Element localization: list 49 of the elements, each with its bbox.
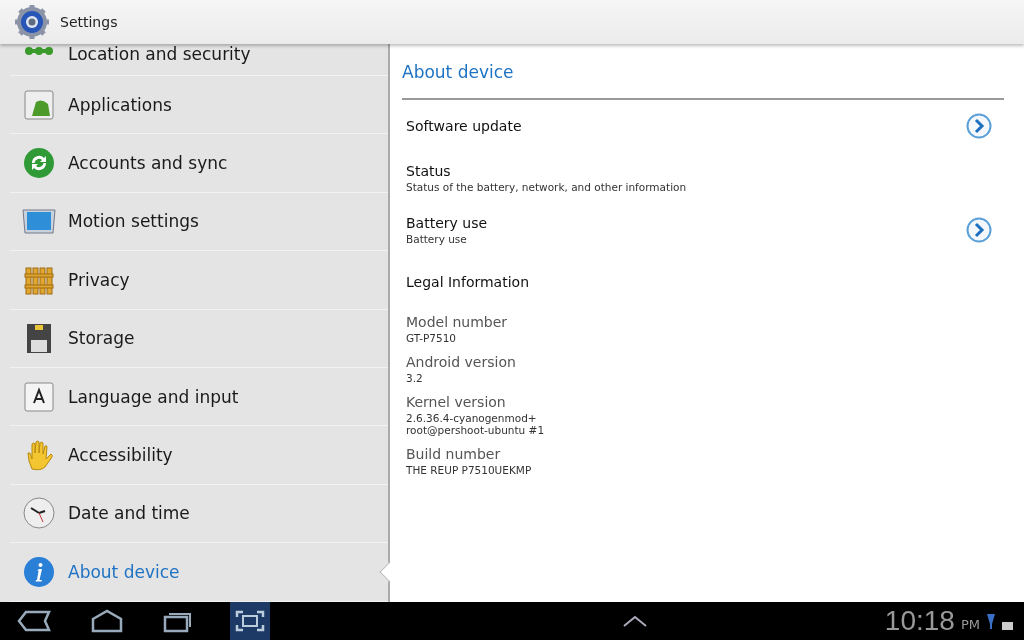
sidebar-item[interactable]: Accessibility xyxy=(10,426,388,485)
clock-icon xyxy=(23,497,55,530)
clock-period: PM xyxy=(960,617,980,632)
preference-title: Software update xyxy=(406,118,522,134)
info-value: 2.6.36.4-cyanogenmod+ root@pershoot-ubuntu #1 xyxy=(406,412,545,436)
info-label: Android version xyxy=(406,354,516,370)
sidebar-item[interactable]: About device xyxy=(10,543,388,602)
preference-title: Battery use xyxy=(406,215,488,231)
caret-up-icon[interactable] xyxy=(622,614,649,628)
screenshot-button[interactable] xyxy=(230,602,270,640)
section-heading: About device xyxy=(402,44,1004,100)
chevron-icon xyxy=(966,217,992,243)
preference-summary: Status of the battery, network, and other information xyxy=(406,181,687,193)
home-icon[interactable] xyxy=(90,609,124,633)
hand-icon xyxy=(24,439,54,472)
info-icon xyxy=(23,555,55,588)
keyboard-key-icon xyxy=(24,381,54,412)
preference-item[interactable]: Status Status of the battery, network, and other information xyxy=(402,152,1004,204)
clock-time: 10:18 xyxy=(884,604,955,638)
preference-summary: Battery use xyxy=(406,233,468,245)
preference-title: Status xyxy=(406,163,452,179)
sidebar-item[interactable]: Date and time xyxy=(10,484,388,544)
chevron-icon xyxy=(966,113,992,139)
dots-icon xyxy=(24,44,54,58)
info-value: THE REUP P7510UEKMP xyxy=(406,464,532,476)
sync-icon xyxy=(23,147,55,180)
fence-icon xyxy=(24,264,54,295)
sidebar-item[interactable]: Applications xyxy=(10,76,388,135)
sidebar-item[interactable]: Location and security xyxy=(10,44,388,76)
preference-item[interactable]: Battery use Battery use xyxy=(402,204,1004,256)
sidebar-item[interactable]: Privacy xyxy=(10,251,388,310)
sidebar-item[interactable]: Language and input xyxy=(10,367,388,427)
app-title: Settings xyxy=(60,14,118,30)
sidebar-item[interactable]: Accounts and sync xyxy=(10,134,388,193)
battery-icon xyxy=(1002,622,1014,630)
back-icon[interactable] xyxy=(16,609,52,633)
tablet-icon xyxy=(22,208,56,235)
sidebar-item[interactable]: Motion settings xyxy=(10,192,388,252)
preference-title: Legal Information xyxy=(406,274,529,290)
settings-icon[interactable] xyxy=(14,4,50,40)
info-label: Build number xyxy=(406,446,502,462)
info-value: 3.2 xyxy=(406,372,424,384)
preference-item[interactable]: Legal Information xyxy=(402,256,1004,308)
sidebar-item[interactable]: Storage xyxy=(10,309,388,368)
preference-item[interactable]: Software update xyxy=(402,100,1004,152)
info-value: GT-P7510 xyxy=(406,332,458,344)
info-label: Kernel version xyxy=(406,394,507,410)
sd-card-icon xyxy=(25,322,53,355)
info-label: Model number xyxy=(406,314,508,330)
